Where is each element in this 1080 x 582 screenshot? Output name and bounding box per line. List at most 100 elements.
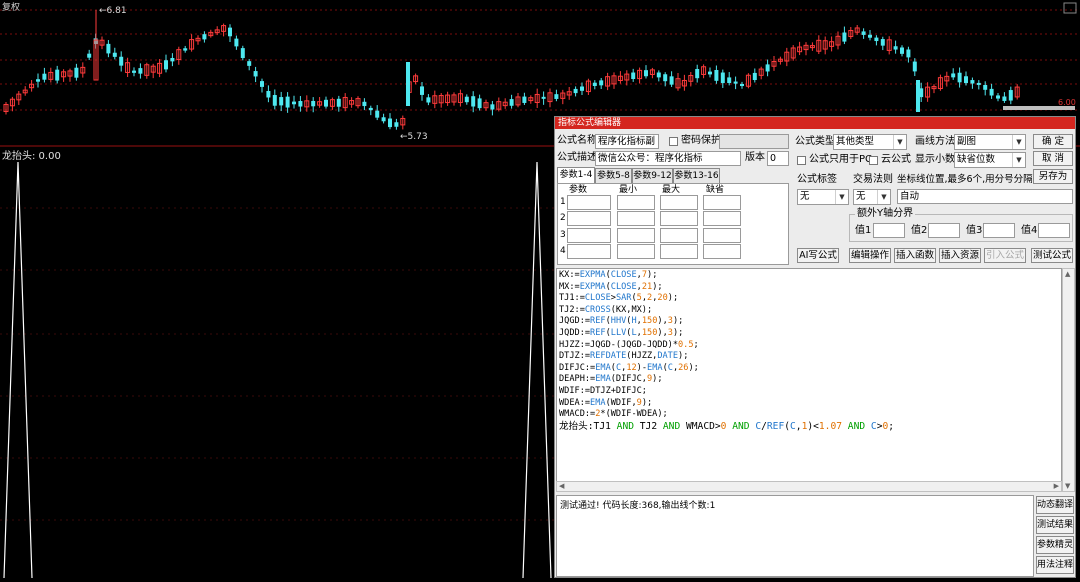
indicator-spike [522,161,552,579]
candle-body [989,88,994,96]
code-horizontal-scrollbar[interactable]: ◀ ▶ [556,481,1062,492]
code-token: EXPMA [579,270,606,280]
candle-body [906,49,911,58]
decimals-select[interactable]: 缺省位数 ▼ [954,152,1026,168]
tab-params-1-4[interactable]: 参数1-4 [557,167,595,184]
test-result-button[interactable]: 测试结果 [1036,516,1074,534]
draw-method-select[interactable]: 副图 ▼ [954,134,1026,150]
param-name-input[interactable] [567,195,611,210]
code-editor[interactable]: KX:=EXPMA(CLOSE,7); MX:=EXPMA(CLOSE,21); T… [556,268,1062,492]
code-token: TJ2 [634,420,663,432]
formula-type-select[interactable]: 其他类型 ▼ [833,134,907,150]
chevron-down-icon: ▼ [835,190,848,204]
cancel-button[interactable]: 取 消 [1033,151,1073,166]
param-max-input[interactable] [660,211,698,226]
code-token: SAR [615,293,632,304]
formula-tag-select[interactable]: 无 ▼ [797,189,849,205]
code-line: WDIF:=DTJZ+DIFJC; [559,386,1059,398]
scroll-up-icon[interactable]: ▲ [1065,270,1070,278]
code-token: 26 [678,362,689,373]
candle-body [471,96,476,107]
param-min-input[interactable] [617,195,655,210]
candle-body [285,96,290,108]
code-token: 150 [641,327,658,338]
param-wizard-button[interactable]: 参数精灵 [1036,536,1074,554]
param-default-input[interactable] [703,211,741,226]
code-vertical-scrollbar[interactable]: ▲ ▼ [1062,268,1075,492]
yaxis-value-input[interactable] [928,223,960,238]
cloud-checkbox[interactable] [869,156,878,165]
code-token: EMA [590,397,606,408]
yaxis-value-input[interactable] [873,223,905,238]
code-token: AND [732,420,750,432]
version-input[interactable]: 0 [767,151,789,166]
formula-name-input[interactable]: 程序化指标副 [595,134,659,149]
candle-body [912,61,917,72]
coord-line-input[interactable]: 自动 [897,189,1073,204]
candle-body [592,82,597,86]
param-min-input[interactable] [617,244,655,259]
formula-tag-label: 公式标签 [797,174,837,185]
chevron-down-icon: ▼ [893,135,906,149]
candle-body [842,32,847,42]
code-token: ); [652,281,663,292]
candle-body [426,97,431,103]
candle-body [247,61,252,66]
pc-only-checkbox[interactable] [797,156,806,165]
scroll-left-icon[interactable]: ◀ [559,482,564,491]
param-max-input[interactable] [660,195,698,210]
password-checkbox[interactable] [669,137,678,146]
candle-body [490,104,495,110]
candle-body [580,86,584,91]
usage-notes-button[interactable]: 用法注释 [1036,556,1074,574]
scroll-down-icon[interactable]: ▼ [1065,482,1070,490]
code-token: ); [678,351,689,362]
import-formula-button[interactable]: 引入公式 [984,248,1026,263]
password-input[interactable] [719,134,789,149]
code-token: 20 [657,293,668,304]
insert-function-button[interactable]: 插入函数 [894,248,936,263]
param-min-input[interactable] [617,211,655,226]
code-line: KX:=EXPMA(CLOSE,7); [559,270,1059,282]
code-line: 龙抬头:TJ1 AND TJ2 AND WMACD>0 AND C/REF(C,… [559,421,1059,433]
ai-write-button[interactable]: AI写公式 [797,248,839,263]
candle-body [541,96,546,99]
candle-body [362,101,367,107]
code-token: *(WDIF-WDEA); [600,409,668,420]
coord-line-label: 坐标线位置,最多6个,用分号分隔 [897,174,1033,185]
tab-params-9-12[interactable]: 参数9-12 [632,168,673,183]
candle-body [388,118,392,128]
code-line: WDEA:=EMA(WDIF,9); [559,398,1059,410]
edit-ops-button[interactable]: 编辑操作 [849,248,891,263]
tab-params-13-16[interactable]: 参数13-16 [673,168,720,183]
test-formula-button[interactable]: 测试公式 [1031,248,1073,263]
tab-params-5-8[interactable]: 参数5-8 [595,168,632,183]
insert-resource-button[interactable]: 插入资源 [939,248,981,263]
code-token: WDEA:= [559,397,591,408]
draw-method-value: 副图 [957,136,977,147]
formula-desc-input[interactable]: 微信公众号：程序化指标 [595,151,741,166]
yaxis-value-input[interactable] [1038,223,1070,238]
dynamic-translate-button[interactable]: 动态翻译 [1036,496,1074,514]
save-as-button[interactable]: 另存为 [1033,169,1073,184]
trade-rule-select[interactable]: 无 ▼ [853,189,891,205]
param-max-input[interactable] [660,244,698,259]
param-name-input[interactable] [567,211,611,226]
param-name-input[interactable] [567,244,611,259]
code-line: TJ1:=CLOSE>SAR(5,2,20); [559,293,1059,305]
param-max-input[interactable] [660,228,698,243]
candle-body [720,72,725,84]
param-name-input[interactable] [567,228,611,243]
indicator-spike [3,161,33,579]
ok-button[interactable]: 确 定 [1033,134,1073,149]
yaxis-value-input[interactable] [983,223,1015,238]
candle-body [976,82,981,85]
code-token: )< [807,420,819,432]
param-min-input[interactable] [617,228,655,243]
param-default-input[interactable] [703,228,741,243]
param-default-input[interactable] [703,195,741,210]
scroll-right-icon[interactable]: ▶ [1054,482,1059,491]
yaxis-value-label: 值4 [1021,225,1038,236]
candle-body [138,68,143,74]
param-default-input[interactable] [703,244,741,259]
